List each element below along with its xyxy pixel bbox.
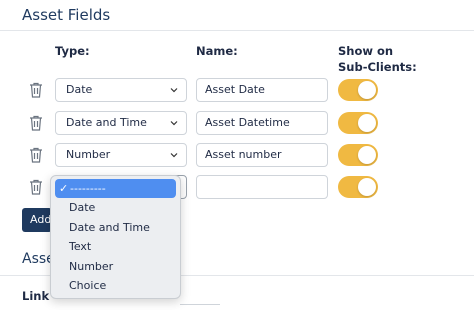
type-select-value: Date bbox=[66, 83, 93, 96]
toggle-knob bbox=[358, 178, 376, 196]
dropdown-option-date[interactable]: Date bbox=[55, 198, 176, 217]
toggle-knob bbox=[358, 81, 376, 99]
section-title: Asset Fields bbox=[22, 6, 111, 24]
name-input-row-1[interactable]: Asset Date bbox=[196, 78, 328, 102]
chevron-down-icon bbox=[170, 88, 178, 93]
show-toggle-row-2[interactable] bbox=[338, 112, 378, 134]
option-label: --------- bbox=[70, 182, 106, 195]
delete-row-1-trash-icon[interactable] bbox=[29, 82, 43, 98]
type-dropdown-menu: ✓ --------- Date Date and Time Text Numbe… bbox=[50, 175, 181, 299]
check-icon: ✓ bbox=[59, 182, 69, 195]
type-select-row-3[interactable]: Number bbox=[55, 143, 187, 167]
name-input-row-4[interactable] bbox=[196, 175, 328, 199]
delete-row-4-trash-icon[interactable] bbox=[29, 179, 43, 195]
name-input-row-3[interactable]: Asset number bbox=[196, 143, 328, 167]
show-toggle-row-1[interactable] bbox=[338, 79, 378, 101]
dropdown-option-number[interactable]: Number bbox=[55, 257, 176, 276]
type-column-header: Type: bbox=[55, 44, 90, 58]
dropdown-option-choice[interactable]: Choice bbox=[55, 276, 176, 295]
chevron-down-icon bbox=[170, 153, 178, 158]
link-label: Link C bbox=[22, 289, 52, 303]
dropdown-option-text[interactable]: Text bbox=[55, 237, 176, 256]
show-toggle-row-3[interactable] bbox=[338, 144, 378, 166]
toggle-knob bbox=[358, 114, 376, 132]
divider bbox=[0, 30, 474, 31]
link-field[interactable] bbox=[180, 304, 220, 310]
dropdown-option-date-and-time[interactable]: Date and Time bbox=[55, 218, 176, 237]
type-select-value: Number bbox=[66, 148, 111, 161]
type-select-row-2[interactable]: Date and Time bbox=[55, 111, 187, 135]
name-input-row-2[interactable]: Asset Datetime bbox=[196, 111, 328, 135]
show-toggle-row-4[interactable] bbox=[338, 176, 378, 198]
section-title-asset: Asset bbox=[22, 251, 50, 267]
add-field-button[interactable]: Add bbox=[22, 208, 52, 232]
delete-row-2-trash-icon[interactable] bbox=[29, 115, 43, 131]
chevron-down-icon bbox=[170, 121, 178, 126]
type-select-value: Date and Time bbox=[66, 116, 147, 129]
name-column-header: Name: bbox=[196, 44, 238, 58]
toggle-knob bbox=[358, 146, 376, 164]
show-on-subclients-header: Show on Sub-Clients: bbox=[338, 44, 417, 74]
delete-row-3-trash-icon[interactable] bbox=[29, 147, 43, 163]
dropdown-option-blank[interactable]: ✓ --------- bbox=[55, 179, 176, 199]
type-select-row-1[interactable]: Date bbox=[55, 78, 187, 102]
